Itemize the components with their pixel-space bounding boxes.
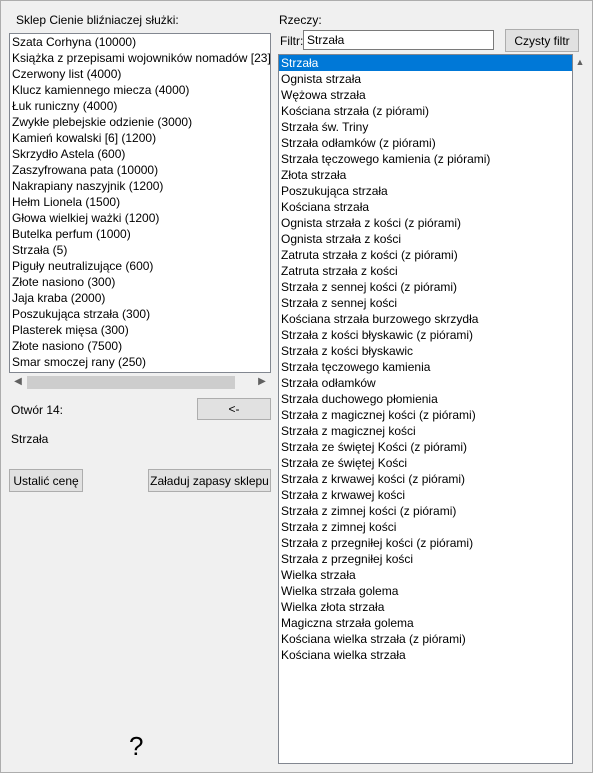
- list-item[interactable]: Kamień kowalski [6] (1200): [10, 130, 270, 146]
- shop-list-title: Sklep Cienie bliźniaczej służki:: [16, 13, 179, 27]
- list-item[interactable]: Ognista strzała z kości: [279, 231, 572, 247]
- list-item[interactable]: Ognista strzała z kości (z piórami): [279, 215, 572, 231]
- scroll-up-icon[interactable]: ▲: [574, 54, 586, 70]
- list-item[interactable]: Ognista strzała: [279, 71, 572, 87]
- list-item[interactable]: Strzała z przegniłej kości (z piórami): [279, 535, 572, 551]
- list-item[interactable]: Strzała św. Triny: [279, 119, 572, 135]
- list-item[interactable]: Wężowa strzała: [279, 87, 572, 103]
- list-item[interactable]: Strzała ze świętej Kości (z piórami): [279, 439, 572, 455]
- list-item[interactable]: Wielka złota strzała: [279, 599, 572, 615]
- list-item[interactable]: Jaja kraba (2000): [10, 290, 270, 306]
- items-panel-title: Rzeczy:: [279, 13, 322, 27]
- list-item[interactable]: Kościana strzała: [279, 199, 572, 215]
- list-item[interactable]: Strzała tęczowego kamienia: [279, 359, 572, 375]
- list-item[interactable]: Strzała duchowego płomienia: [279, 391, 572, 407]
- list-item[interactable]: Książka z przepisami wojowników nomadów …: [10, 50, 270, 66]
- list-item[interactable]: Zaszyfrowana pata (10000): [10, 162, 270, 178]
- list-item[interactable]: Wielka strzała: [279, 567, 572, 583]
- shop-list-horizontal-scrollbar[interactable]: ◀ ▶: [9, 373, 271, 391]
- list-item[interactable]: Kościana strzała (z piórami): [279, 103, 572, 119]
- list-item[interactable]: Strzała z magicznej kości (z piórami): [279, 407, 572, 423]
- load-shop-stock-button[interactable]: Załaduj zapasy sklepu: [148, 469, 271, 492]
- list-item[interactable]: Poszukująca strzała (300): [10, 306, 270, 322]
- list-item[interactable]: Strzała ze świętej Kości: [279, 455, 572, 471]
- list-item[interactable]: Nakrapiany naszyjnik (1200): [10, 178, 270, 194]
- list-item[interactable]: Zwykłe plebejskie odzienie (3000): [10, 114, 270, 130]
- list-item[interactable]: Strzała z sennej kości: [279, 295, 572, 311]
- list-item[interactable]: Strzała odłamków (z piórami): [279, 135, 572, 151]
- list-item[interactable]: Plasterek mięsa (300): [10, 322, 270, 338]
- list-item[interactable]: Klucz kamiennego miecza (4000): [10, 82, 270, 98]
- set-price-button[interactable]: Ustalić cenę: [9, 469, 83, 492]
- list-item[interactable]: Strzała z przegniłej kości: [279, 551, 572, 567]
- list-item[interactable]: Poszukująca strzała: [279, 183, 572, 199]
- list-item[interactable]: Kościana strzała burzowego skrzydła: [279, 311, 572, 327]
- list-item[interactable]: Hełm Lionela (1500): [10, 194, 270, 210]
- list-item[interactable]: Łuk runiczny (4000): [10, 98, 270, 114]
- list-item[interactable]: Złote nasiono (300): [10, 274, 270, 290]
- scroll-left-icon[interactable]: ◀: [10, 374, 26, 390]
- list-item[interactable]: Piguły neutralizujące (600): [10, 258, 270, 274]
- scroll-right-icon[interactable]: ▶: [254, 374, 270, 390]
- list-item[interactable]: Strzała z krwawej kości (z piórami): [279, 471, 572, 487]
- list-item[interactable]: Magiczna strzała golema: [279, 615, 572, 631]
- list-item[interactable]: Strzała z kości błyskawic (z piórami): [279, 327, 572, 343]
- scrollbar-thumb[interactable]: [27, 376, 235, 389]
- list-item[interactable]: Czerwony list (4000): [10, 66, 270, 82]
- list-item[interactable]: Strzała z zimnej kości (z piórami): [279, 503, 572, 519]
- shop-items-list[interactable]: Szata Corhyna (10000) Książka z przepisam…: [9, 33, 271, 373]
- items-list[interactable]: Strzała Ognista strzała Wężowa strzała Kośc…: [278, 54, 573, 764]
- list-item[interactable]: Strzała (5): [10, 242, 270, 258]
- list-item[interactable]: Głowa wielkiej ważki (1200): [10, 210, 270, 226]
- list-item[interactable]: Strzała: [279, 55, 572, 71]
- list-item[interactable]: Zatruta strzała z kości (z piórami): [279, 247, 572, 263]
- list-item[interactable]: Strzała z krwawej kości: [279, 487, 572, 503]
- list-item[interactable]: Strzała z kości błyskawic: [279, 343, 572, 359]
- list-item[interactable]: Smar smoczej rany (250): [10, 354, 270, 370]
- slot-label: Otwór 14:: [11, 403, 64, 417]
- list-item[interactable]: Szata Corhyna (10000): [10, 34, 270, 50]
- shop-editor-window: Sklep Cienie bliźniaczej służki: Szata C…: [0, 0, 593, 773]
- list-item[interactable]: Wielka strzała golema: [279, 583, 572, 599]
- filter-input[interactable]: [303, 30, 494, 50]
- help-icon[interactable]: ?: [129, 731, 143, 761]
- list-item[interactable]: Kościana wielka strzała (z piórami): [279, 631, 572, 647]
- list-item[interactable]: Strzała z zimnej kości: [279, 519, 572, 535]
- list-item[interactable]: Strzała odłamków: [279, 375, 572, 391]
- list-item[interactable]: Skrzydło Astela (600): [10, 146, 270, 162]
- list-item[interactable]: Zatruta strzała z kości: [279, 263, 572, 279]
- list-item[interactable]: Strzała z magicznej kości: [279, 423, 572, 439]
- filter-label: Filtr:: [280, 34, 304, 48]
- list-item[interactable]: Strzała z sennej kości (z piórami): [279, 279, 572, 295]
- list-item[interactable]: Strzała tęczowego kamienia (z piórami): [279, 151, 572, 167]
- list-item[interactable]: Złota strzała: [279, 167, 572, 183]
- list-item[interactable]: Złote nasiono (7500): [10, 338, 270, 354]
- slot-value: Strzała: [11, 432, 49, 446]
- move-to-slot-button[interactable]: <-: [197, 398, 271, 420]
- list-item[interactable]: Kościana wielka strzała: [279, 647, 572, 663]
- clear-filter-button[interactable]: Czysty filtr: [505, 29, 579, 52]
- list-item[interactable]: Butelka perfum (1000): [10, 226, 270, 242]
